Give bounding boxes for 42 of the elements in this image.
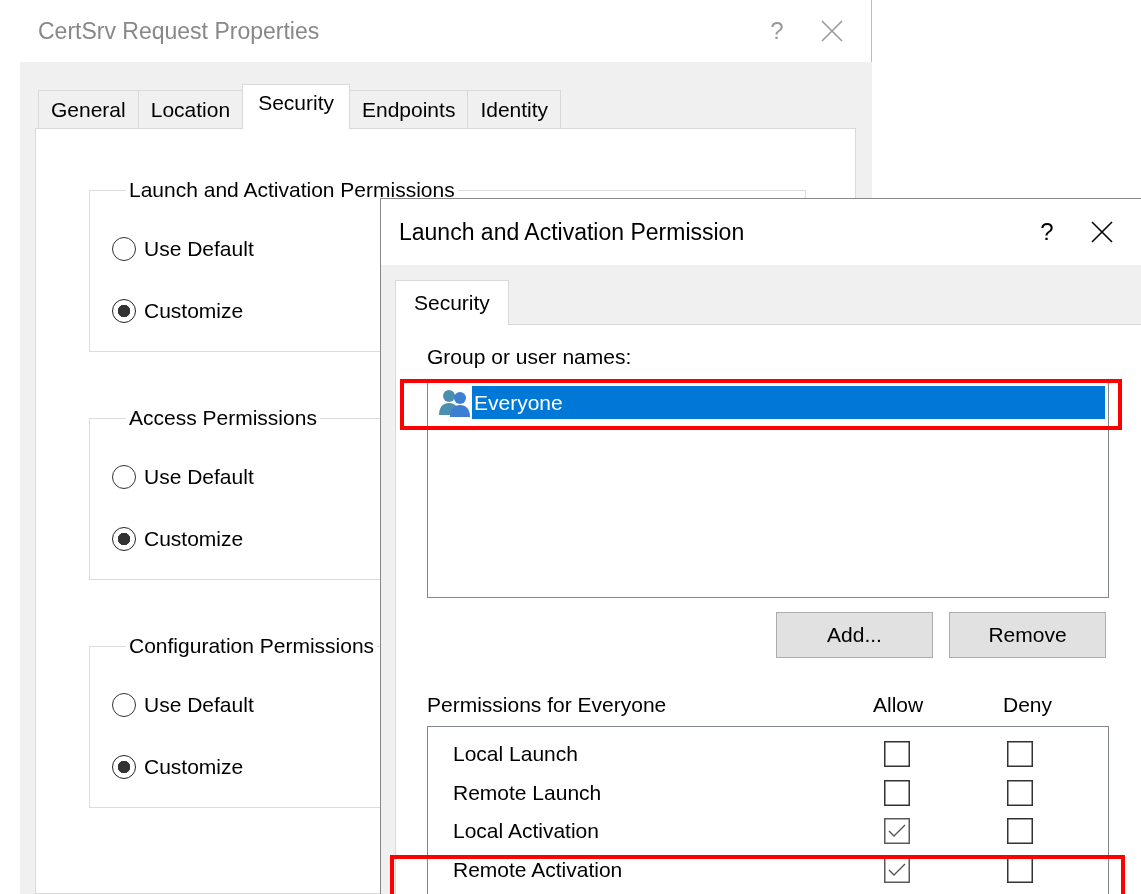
- column-header: Deny: [1003, 693, 1054, 717]
- group-title: Launch and Activation Permissions: [128, 178, 456, 202]
- checkbox[interactable]: [883, 741, 910, 768]
- radio-button[interactable]: [112, 465, 136, 489]
- permission-name: Local Launch: [452, 742, 579, 767]
- radio-label: Customize: [144, 755, 244, 779]
- tab[interactable]: Security: [395, 280, 509, 325]
- close-icon[interactable]: [1090, 220, 1114, 244]
- radio-button[interactable]: [112, 237, 136, 261]
- group-title: Access Permissions: [128, 406, 318, 430]
- radio-label: Customize: [144, 299, 244, 323]
- radio-label: Customize: [144, 527, 244, 551]
- radio-label: Use Default: [144, 465, 254, 489]
- checkbox[interactable]: [1007, 856, 1033, 883]
- checkbox[interactable]: [883, 856, 910, 883]
- radio-button[interactable]: [112, 693, 136, 717]
- column-header: Allow: [873, 693, 925, 717]
- checkbox[interactable]: [883, 818, 910, 845]
- checkbox[interactable]: [883, 779, 910, 806]
- dialog-button[interactable]: Add...: [776, 612, 933, 658]
- permission-name: Remote Activation: [452, 857, 624, 882]
- radio-label: Use Default: [144, 693, 254, 717]
- checkbox[interactable]: [1007, 818, 1033, 845]
- dialog-title: Launch and Activation Permission: [399, 218, 746, 246]
- group-title: Configuration Permissions: [128, 634, 376, 658]
- permission-name: Local Activation: [452, 819, 600, 844]
- radio-label: Use Default: [144, 237, 254, 261]
- user-item[interactable]: Everyone: [472, 386, 1105, 419]
- dialog-button[interactable]: Remove: [949, 612, 1106, 658]
- radio-button[interactable]: [112, 755, 136, 779]
- tab[interactable]: General: [38, 90, 139, 128]
- list-label: Group or user names:: [427, 345, 633, 370]
- radio-button[interactable]: [112, 527, 136, 551]
- tab[interactable]: Identity: [467, 90, 562, 128]
- permission-name: Remote Launch: [452, 780, 603, 805]
- tab[interactable]: Security: [242, 84, 350, 129]
- radio-button[interactable]: [112, 299, 136, 323]
- checkbox[interactable]: [1007, 741, 1033, 768]
- help-button[interactable]: ?: [1017, 218, 1077, 246]
- checkbox[interactable]: [1007, 779, 1033, 806]
- permissions-label: Permissions for Everyone: [427, 693, 668, 717]
- window-title: CertSrv Request Properties: [38, 17, 321, 45]
